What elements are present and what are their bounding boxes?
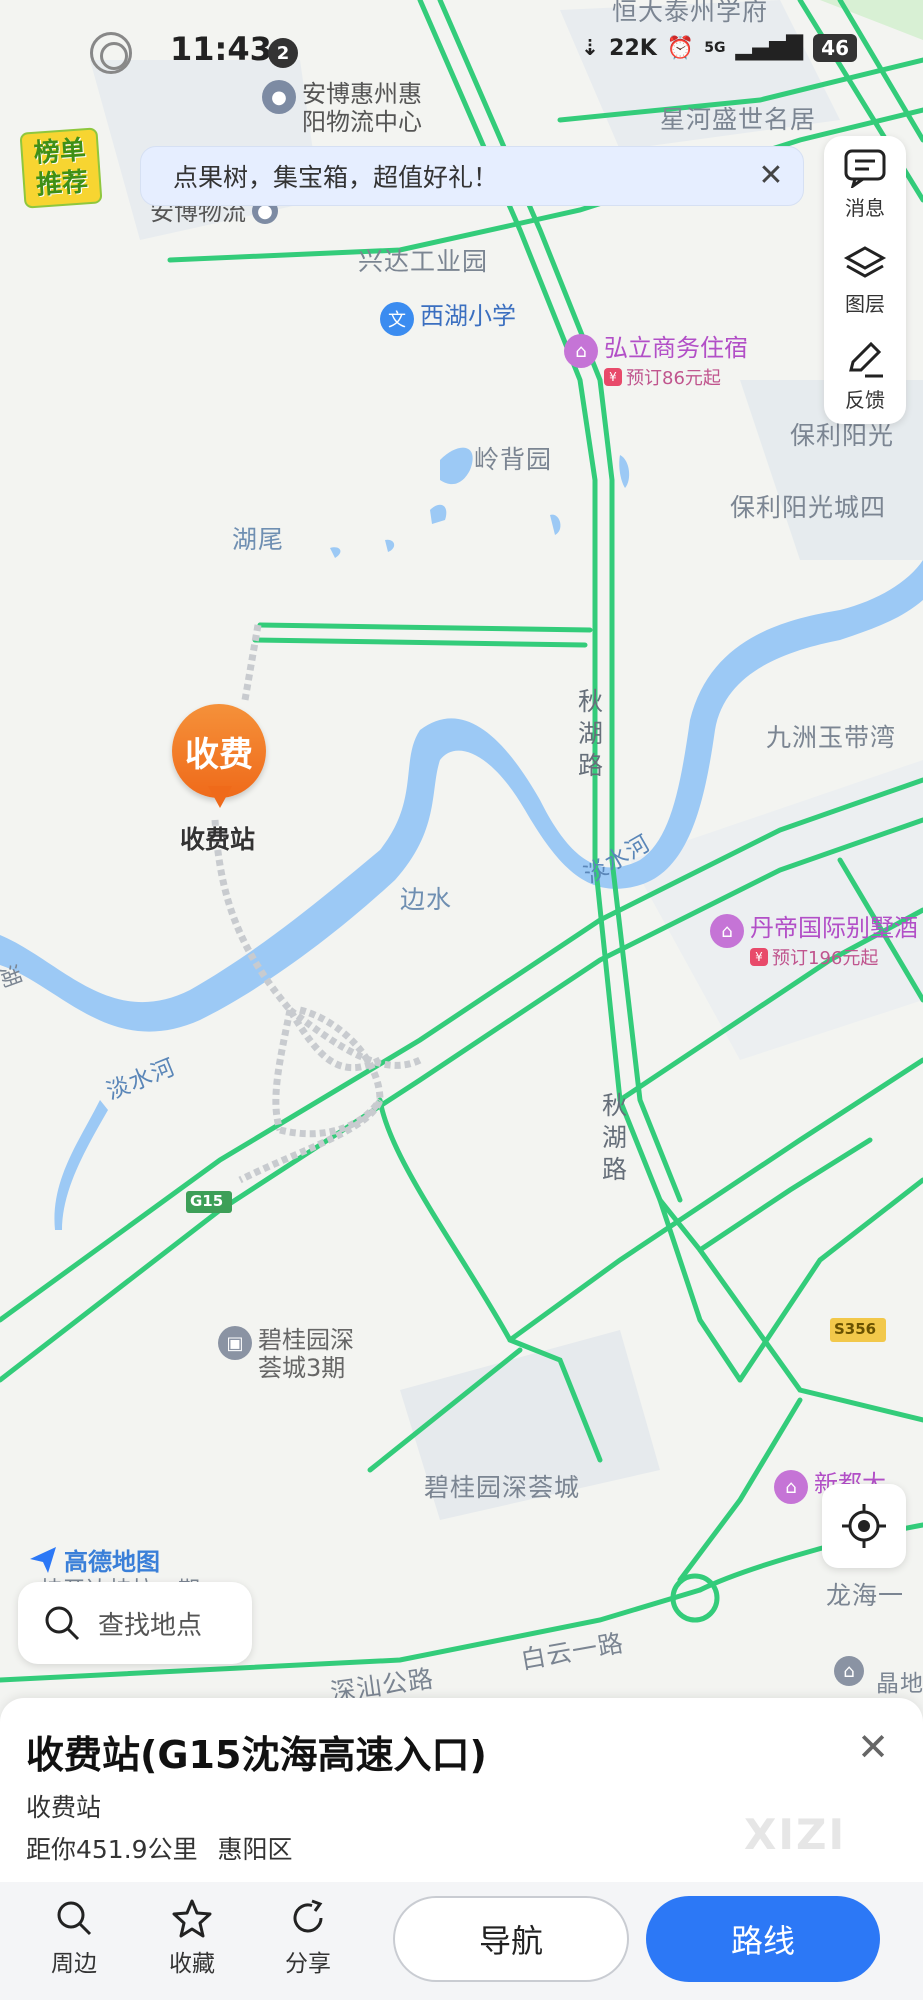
map-label-lingbei: 岭背园	[474, 445, 553, 474]
map-label-xinghe: 星河盛世名居	[660, 105, 817, 134]
favorite-label: 收藏	[169, 1951, 215, 1977]
message-icon	[844, 149, 886, 188]
nearby-label: 周边	[51, 1951, 97, 1977]
hotel-icon: ⌂	[564, 334, 598, 368]
close-icon[interactable]: ✕	[853, 1728, 893, 1768]
navigate-button[interactable]: 导航	[393, 1896, 629, 1982]
building-icon: ⌂	[834, 1656, 864, 1686]
crosshair-icon	[842, 1504, 886, 1548]
toll-station-label: 收费站	[180, 825, 256, 854]
star-icon	[172, 1899, 212, 1938]
toll-station-marker[interactable]: 收费	[172, 704, 268, 814]
poi-bank[interactable]: ⌂	[834, 1656, 864, 1686]
amap-logo: 高德地图	[28, 1542, 160, 1577]
map-label-longhai: 龙海一	[826, 1581, 905, 1610]
poi-xihu-school[interactable]: 文 西湖小学	[380, 302, 516, 336]
alarm-icon: ⏰	[666, 35, 695, 61]
map-label-road-qiuhu-2: 秋湖路	[601, 1091, 628, 1184]
record-icon	[90, 32, 132, 74]
poi-xihu-school-label: 西湖小学	[420, 302, 516, 330]
ranking-badge-line2: 推荐	[35, 167, 90, 201]
close-icon[interactable]: ✕	[753, 159, 789, 195]
edit-icon	[849, 341, 883, 377]
feedback-button[interactable]: 反馈	[824, 328, 906, 424]
feedback-label: 反馈	[845, 387, 885, 412]
amap-logo-text: 高德地图	[64, 1548, 160, 1576]
g15-shield: G15	[190, 1192, 224, 1210]
messages-label: 消息	[845, 195, 885, 220]
place-title: 收费站(G15沈海高速入口)	[26, 1733, 487, 1777]
toll-marker-tip	[208, 786, 232, 808]
poi-hongli-name: 弘立商务住宿	[604, 334, 748, 362]
poi-anbo-huizhou-line2: 阳物流中心	[302, 108, 422, 136]
map-label-jingdi: 晶地	[876, 1671, 923, 1697]
poi-hongli[interactable]: ⌂ 弘立商务住宿 ¥ 预订86元起	[564, 334, 748, 390]
place-distance: 距你451.9公里	[26, 1835, 198, 1864]
search-icon	[57, 1901, 92, 1936]
poi-dandi[interactable]: ⌂ 丹帝国际别墅酒 ¥ 预订196元起	[710, 914, 918, 970]
search-input[interactable]: 查找地点	[18, 1582, 252, 1664]
layers-button[interactable]: 图层	[824, 232, 906, 328]
map-tool-panel: 消息 图层 反馈	[824, 136, 906, 424]
map-label-road-qiuhu-1: 秋湖路	[577, 687, 604, 780]
residence-icon: ▣	[218, 1326, 252, 1360]
price-tag-icon: ¥	[604, 368, 622, 386]
hotel-icon: ⌂	[774, 1470, 808, 1504]
promo-text: 点果树，集宝箱，超值好礼！	[173, 163, 499, 192]
layers-label: 图层	[845, 291, 885, 316]
share-button[interactable]: 分享	[268, 1898, 348, 1978]
locate-me-button[interactable]	[822, 1484, 906, 1568]
place-category: 收费站	[26, 1793, 102, 1822]
poi-dandi-name: 丹帝国际别墅酒	[750, 914, 918, 942]
poi-biguiyuan3-line1: 碧桂园深	[258, 1326, 354, 1354]
map-view[interactable]: 恒大泰州学府 星河盛世名居 兴达工业园 岭背园 保利阳光 保利阳光城四 湖尾 九…	[0, 0, 923, 1700]
ranking-badge[interactable]: 榜单 推荐	[19, 127, 103, 209]
search-icon	[45, 1606, 80, 1641]
map-label-huwei: 湖尾	[232, 525, 285, 554]
signal-bars-icon: ▂▄▆█	[735, 35, 804, 61]
s356-shield: S356	[834, 1320, 877, 1338]
battery-level: 46	[813, 34, 857, 62]
map-label-baoli2: 保利阳光城四	[730, 493, 887, 522]
status-bar: 11:43 2 ⇣ 22K ⏰ 5G ▂▄▆█ 46	[0, 0, 923, 100]
share-label: 分享	[285, 1951, 331, 1977]
net-speed: 22K	[609, 35, 657, 61]
ranking-badge-line1: 榜单	[32, 135, 87, 169]
poi-dandi-price: 预订196元起	[772, 948, 879, 969]
action-bar: 周边 收藏 分享 导航 路线	[0, 1882, 923, 2000]
status-time: 11:43	[170, 30, 272, 68]
poi-biguiyuan3-line2: 荟城3期	[258, 1354, 346, 1382]
hotel-icon: ⌂	[710, 914, 744, 948]
map-label-bianshui: 边水	[400, 885, 453, 914]
place-distance-row: 距你451.9公里 惠阳区	[26, 1830, 305, 1866]
school-icon: 文	[380, 302, 414, 336]
price-tag-icon: ¥	[750, 948, 768, 966]
map-label-jiuzhou: 九洲玉带湾	[766, 723, 897, 752]
route-button[interactable]: 路线	[646, 1896, 880, 1982]
map-label-biguiyuan: 碧桂园深荟城	[424, 1473, 581, 1502]
layers-icon	[843, 245, 887, 278]
toll-marker-bubble: 收费	[172, 704, 266, 798]
nearby-button[interactable]: 周边	[34, 1898, 114, 1978]
amap-arrow-icon	[30, 1546, 56, 1573]
watermark: XIZI	[744, 1810, 847, 1859]
promo-banner[interactable]: 点果树，集宝箱，超值好礼！ ✕	[140, 146, 804, 206]
poi-hongli-price: 预订86元起	[626, 368, 721, 389]
map-label-xingda: 兴达工业园	[358, 247, 489, 276]
favorite-button[interactable]: 收藏	[152, 1898, 232, 1978]
signal-type: 5G	[704, 40, 726, 56]
messages-button[interactable]: 消息	[824, 136, 906, 232]
download-icon: ⇣	[580, 35, 600, 61]
share-icon	[293, 1899, 323, 1933]
place-district: 惠阳区	[217, 1835, 293, 1864]
notification-count-badge: 2	[268, 38, 298, 68]
poi-biguiyuan3[interactable]: ▣ 碧桂园深 荟城3期	[218, 1326, 354, 1382]
search-placeholder: 查找地点	[98, 1610, 203, 1641]
